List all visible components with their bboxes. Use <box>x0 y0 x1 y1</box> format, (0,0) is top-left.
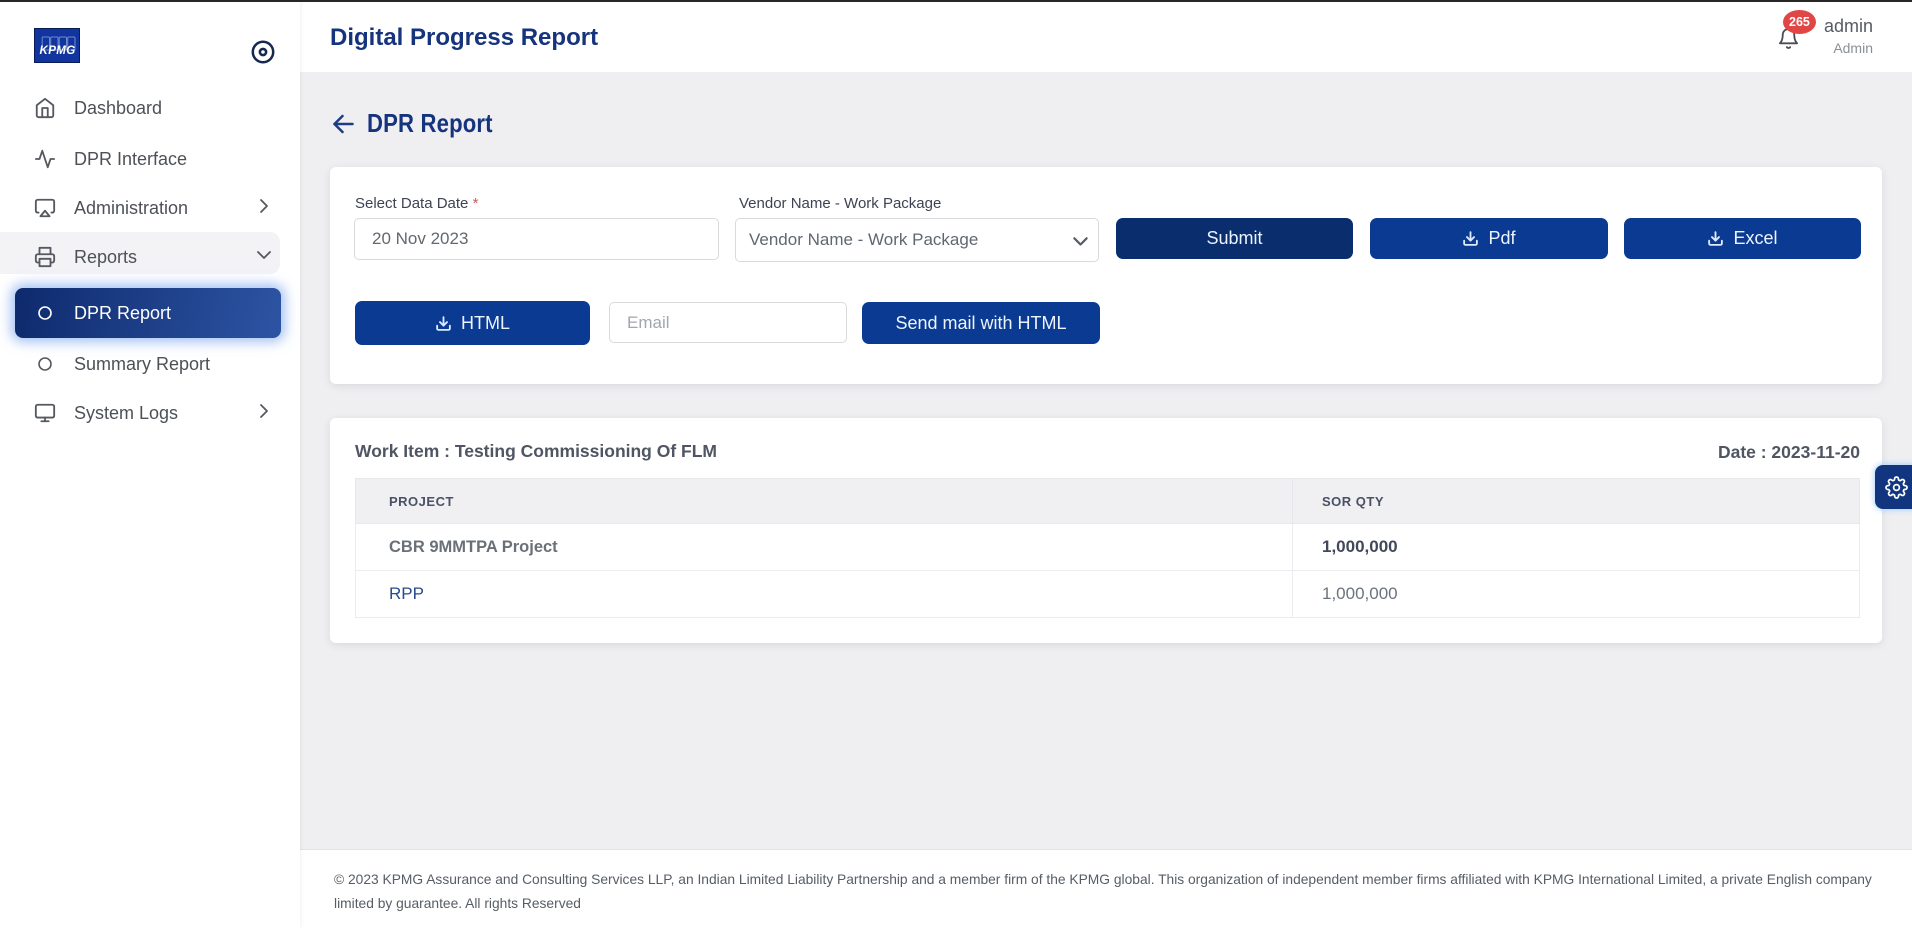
svg-text:KPMG: KPMG <box>40 45 76 57</box>
